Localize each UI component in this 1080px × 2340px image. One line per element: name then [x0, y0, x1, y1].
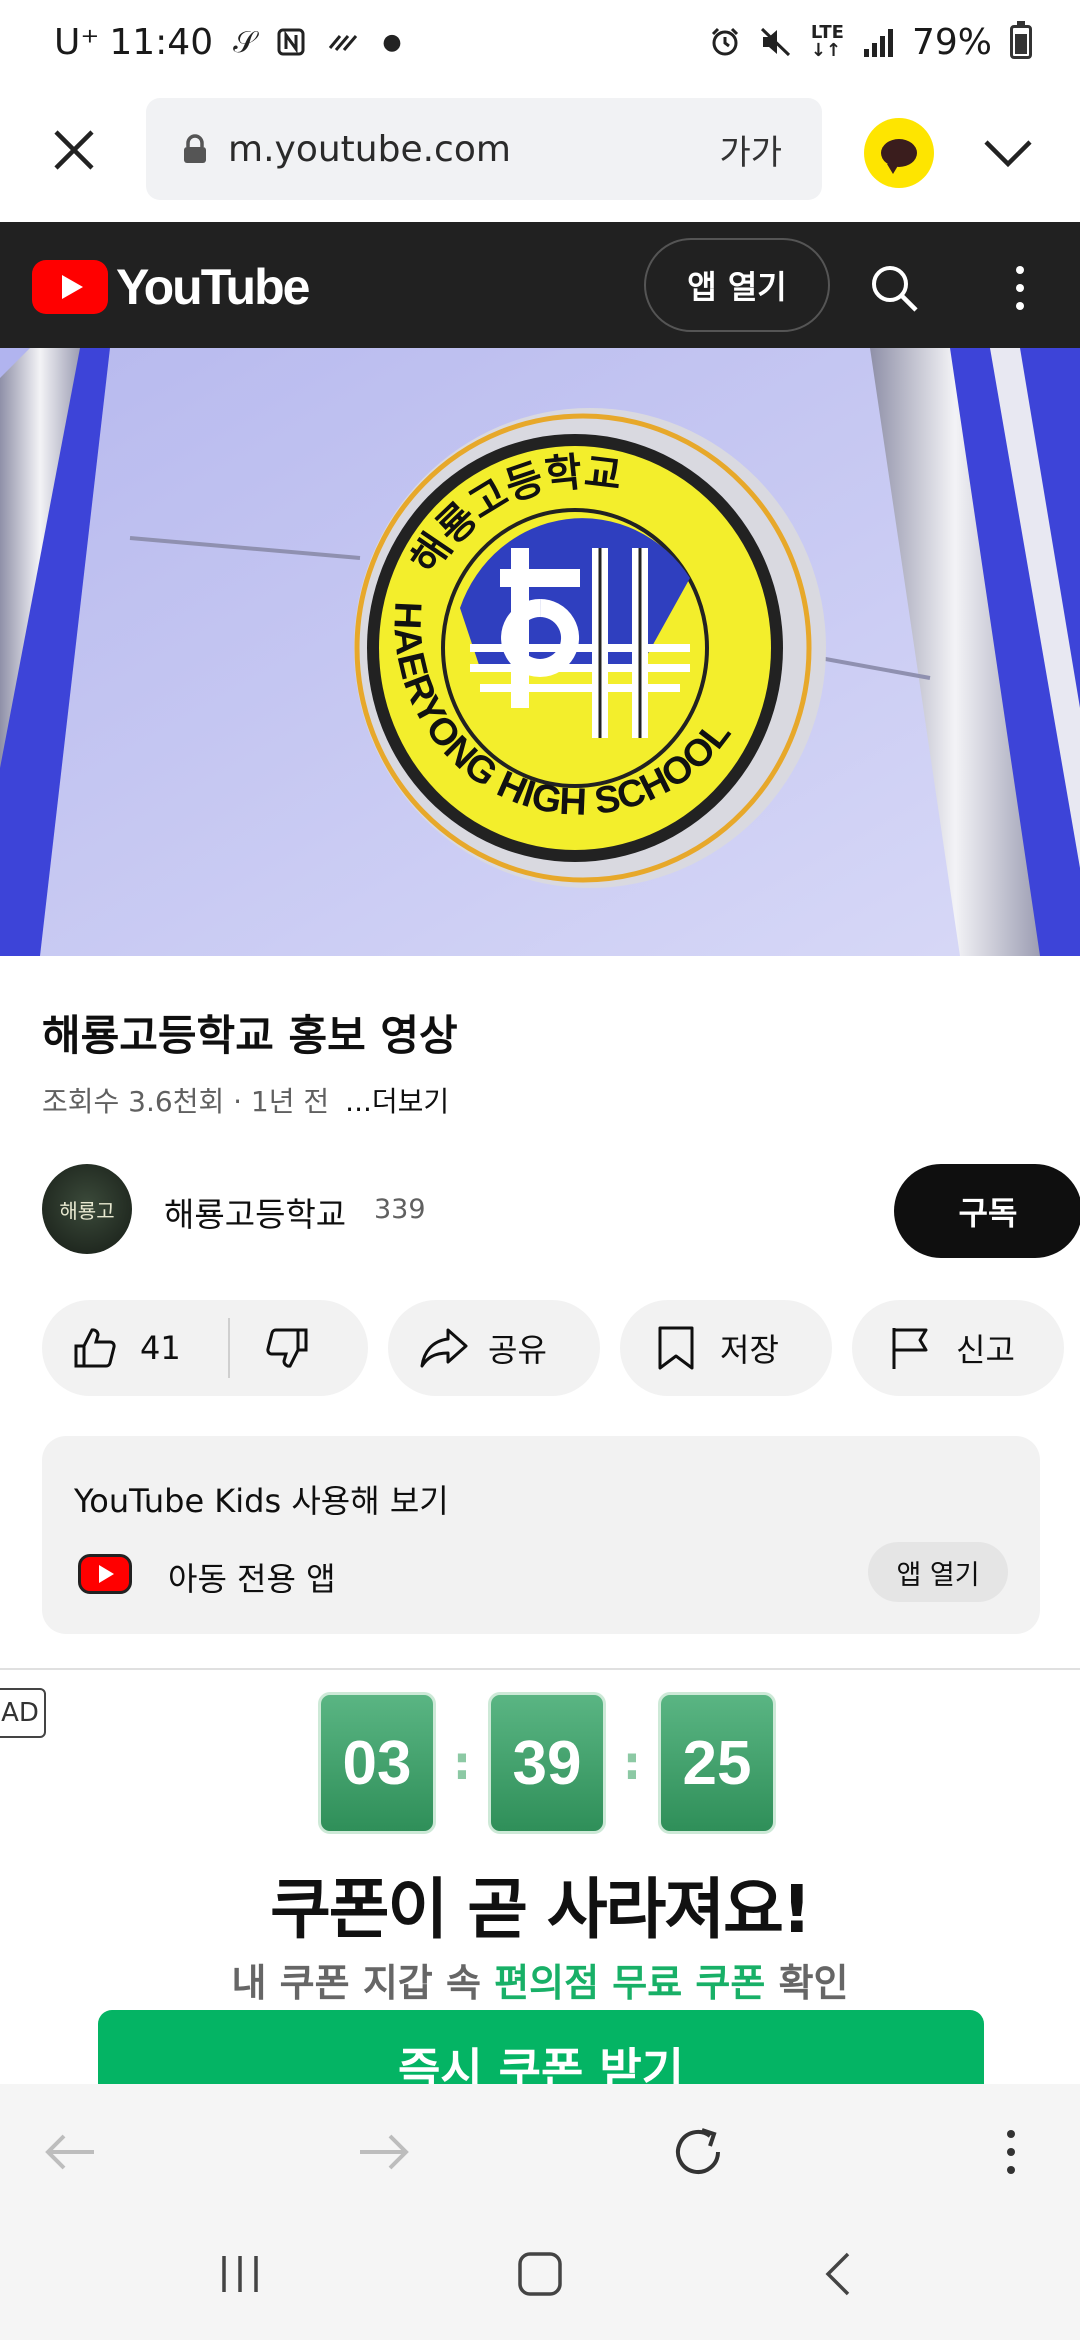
- open-app-button[interactable]: 앱 열기: [644, 238, 830, 332]
- video-meta: 조회수 3.6천회 · 1년 전 ...더보기: [42, 1080, 449, 1120]
- report-label: 신고: [956, 1331, 1015, 1369]
- system-back-button[interactable]: [810, 2244, 870, 2304]
- timer-seconds: 25: [658, 1692, 776, 1834]
- chat-bubble-icon: [881, 139, 917, 174]
- more-options-button[interactable]: [1000, 262, 1040, 314]
- search-icon: [872, 266, 918, 312]
- reload-button[interactable]: [668, 2122, 728, 2182]
- search-button[interactable]: [868, 262, 920, 314]
- system-navigation-bar: [0, 2214, 1080, 2340]
- dislike-button[interactable]: [266, 1326, 310, 1378]
- close-tab-button[interactable]: [44, 120, 104, 180]
- signal-icon: [862, 27, 894, 57]
- nfc-icon: [276, 27, 306, 57]
- like-count: 41: [140, 1329, 181, 1367]
- battery-icon: [1010, 21, 1032, 59]
- more-notifications-dot-icon: ●: [382, 29, 402, 55]
- recent-apps-button[interactable]: [210, 2244, 270, 2304]
- save-button[interactable]: 저장: [620, 1300, 832, 1396]
- get-coupon-button[interactable]: 즉시 쿠폰 받기: [98, 2010, 984, 2084]
- ad-subtext: 내 쿠폰 지갑 속 편의점 무료 쿠폰 확인: [0, 1952, 1080, 2007]
- recent-apps-icon: [222, 2256, 258, 2292]
- like-dislike-group: 41: [42, 1300, 368, 1396]
- link-notification-icon: 𝒮: [233, 24, 257, 60]
- ad-subtext-suffix: 확인: [765, 1961, 849, 2005]
- video-title: 해룡고등학교 홍보 영상: [42, 1011, 458, 1060]
- avatar-text: 해룡고: [59, 1198, 115, 1223]
- close-icon: [54, 130, 94, 170]
- thumbs-up-icon: [74, 1328, 116, 1368]
- kids-open-app-button[interactable]: 앱 열기: [868, 1542, 1008, 1602]
- ad-subtext-highlight: 편의점 무료 쿠폰: [494, 1961, 766, 2005]
- youtube-logo-text: YouTube: [116, 259, 310, 315]
- ad-badge: AD: [0, 1688, 46, 1738]
- arrow-right-icon: [360, 2134, 409, 2170]
- wave-notification-icon: [326, 28, 362, 56]
- timer-minutes: 39: [488, 1692, 606, 1834]
- browser-bottom-bar: [0, 2084, 1080, 2214]
- address-bar[interactable]: m.youtube.com 가가: [146, 98, 822, 200]
- view-count-and-date: 조회수 3.6천회 · 1년 전: [42, 1085, 330, 1118]
- share-label: 공유: [488, 1331, 547, 1369]
- subscribe-button[interactable]: 구독: [894, 1164, 1080, 1258]
- kakao-share-button[interactable]: [864, 118, 934, 188]
- lock-icon: [182, 134, 208, 164]
- like-divider: [228, 1318, 230, 1378]
- timer-separator: :: [622, 1736, 642, 1790]
- more-vertical-icon: [1016, 266, 1024, 310]
- toolbar-expand-button[interactable]: [978, 128, 1038, 178]
- mute-icon: [759, 26, 793, 58]
- video-frame: 해룡고등학교 HAERYONG HIGH SCHOOL: [0, 348, 1080, 956]
- share-icon: [420, 1328, 468, 1368]
- forward-button[interactable]: [354, 2122, 414, 2182]
- clock: 11:40: [109, 21, 214, 63]
- ad-headline: 쿠폰이 곧 사라져요!: [270, 1871, 812, 1948]
- status-bar: U⁺ 11:40 𝒮 ● LTE ↓↑ 79%: [0, 0, 1080, 84]
- battery-percent: 79%: [911, 21, 992, 63]
- ad-banner[interactable]: AD 03 : 39 : 25 쿠폰이 곧 사라져요! 내 쿠폰 지갑 속 편의…: [0, 1668, 1080, 2084]
- home-icon: [518, 2252, 562, 2296]
- bookmark-icon: [658, 1326, 694, 1370]
- chevron-left-icon: [825, 2252, 850, 2296]
- timer-separator: :: [452, 1736, 472, 1790]
- refresh-icon: [676, 2128, 720, 2174]
- show-more-link[interactable]: ...더보기: [345, 1080, 449, 1120]
- status-time-group: U⁺ 11:40: [54, 22, 213, 63]
- like-button[interactable]: 41: [72, 1326, 181, 1370]
- channel-row: 해룡고 해룡고등학교 339 구독: [42, 1164, 1080, 1258]
- kids-promo-subtitle: 아동 전용 앱: [168, 1560, 336, 1598]
- share-button[interactable]: 공유: [388, 1300, 600, 1396]
- kids-promo-title: YouTube Kids 사용해 보기: [74, 1482, 449, 1520]
- timer-hours: 03: [318, 1692, 436, 1834]
- browser-toolbar: m.youtube.com 가가: [0, 84, 1080, 222]
- channel-name[interactable]: 해룡고등학교: [164, 1188, 346, 1236]
- arrow-left-icon: [45, 2134, 94, 2170]
- more-vertical-icon: [1007, 2130, 1015, 2174]
- video-actions: 41 공유 저장 신고: [42, 1300, 1080, 1396]
- url-text: m.youtube.com: [228, 128, 511, 170]
- text-size-button[interactable]: 가가: [719, 125, 782, 174]
- subscriber-count: 339: [374, 1194, 426, 1225]
- video-player[interactable]: 해룡고등학교 HAERYONG HIGH SCHOOL: [0, 348, 1080, 956]
- youtube-kids-promo: YouTube Kids 사용해 보기 아동 전용 앱 앱 열기: [42, 1436, 1040, 1634]
- home-button[interactable]: [510, 2244, 570, 2304]
- ad-subtext-prefix: 내 쿠폰 지갑 속: [231, 1961, 495, 2005]
- chevron-down-icon: [984, 140, 1032, 168]
- browser-menu-button[interactable]: [996, 2122, 1026, 2182]
- countdown-timer: 03 : 39 : 25: [318, 1692, 776, 1834]
- youtube-kids-icon: [78, 1554, 132, 1594]
- save-label: 저장: [720, 1331, 779, 1369]
- channel-avatar[interactable]: 해룡고: [42, 1164, 132, 1254]
- lte-icon: LTE ↓↑: [810, 22, 844, 61]
- report-button[interactable]: 신고: [852, 1300, 1064, 1396]
- youtube-play-icon: [32, 260, 108, 314]
- youtube-logo[interactable]: YouTube: [32, 258, 310, 316]
- back-button[interactable]: [40, 2122, 100, 2182]
- thumbs-down-icon: [266, 1328, 308, 1368]
- youtube-header: YouTube 앱 열기: [0, 222, 1080, 348]
- flag-icon: [892, 1328, 928, 1369]
- alarm-icon: [709, 26, 741, 58]
- carrier-label: U⁺: [54, 21, 100, 63]
